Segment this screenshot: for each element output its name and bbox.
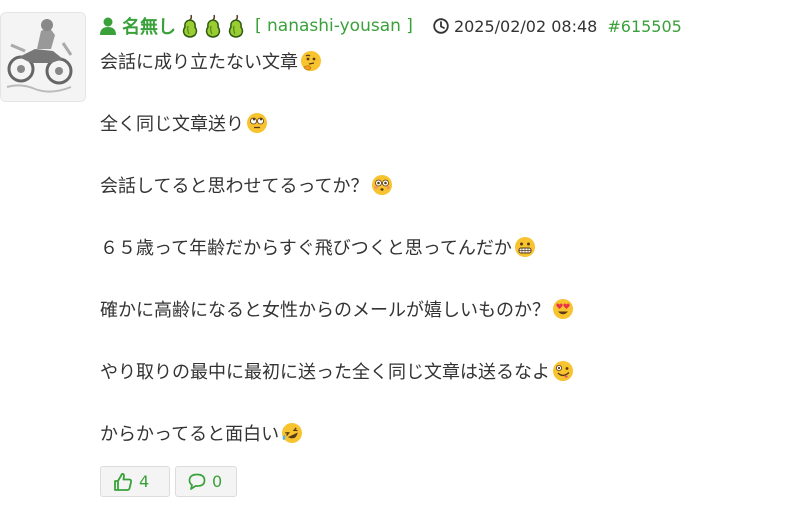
post-line-text: 会話に成り立たない文章 [100, 52, 298, 73]
motorcycle-rider-image [1, 13, 85, 101]
post-line: やり取りの最中に最初に送った全く同じ文章は送るなよ [100, 358, 574, 384]
pear-icon [228, 14, 244, 38]
post-line-text: ６５歳って年齢だからすぐ飛びつくと思ってんだか [100, 238, 512, 259]
grimacing-face-emoji [514, 237, 535, 257]
clock-icon [433, 18, 449, 34]
thinking-face-emoji [301, 51, 321, 71]
post-line-text: 会話してると思わせてるってか？ [100, 176, 369, 197]
rolling-eyes-emoji [247, 113, 267, 133]
post-line: ６５歳って年齢だからすぐ飛びつくと思ってんだか [100, 234, 574, 260]
post-line-text: 確かに高齢になると女性からのメールが嬉しいものか？ [100, 300, 550, 321]
user-icon [100, 17, 116, 35]
like-count: 4 [139, 472, 150, 491]
flushed-face-emoji [371, 175, 392, 195]
post-line-text: からかってると面白い [100, 424, 280, 445]
badge-list [180, 14, 249, 38]
thumbs-up-icon [114, 472, 132, 491]
avatar[interactable] [0, 12, 86, 102]
post-line: 全く同じ文章送り [100, 110, 574, 136]
rofl-emoji [282, 423, 303, 443]
reply-count: 0 [212, 472, 223, 491]
post-line: 会話してると思わせてるってか？ [100, 172, 574, 198]
post-header: 名無し [ nanashi-yousan ] 2025/02/02 08:48 … [100, 13, 682, 39]
post-line: 確かに高齢になると女性からのメールが嬉しいものか？ [100, 296, 574, 322]
like-button[interactable]: 4 [100, 466, 170, 497]
post-line-text: 全く同じ文章送り [100, 114, 244, 135]
post-timestamp: 2025/02/02 08:48 [453, 16, 598, 36]
post-line: 会話に成り立たない文章 [100, 48, 574, 74]
post-id-link[interactable]: #615505 [607, 17, 681, 36]
post-line-text: やり取りの最中に最初に送った全く同じ文章は送るなよ [100, 362, 550, 383]
post-body: 会話に成り立たない文章 全く同じ文章送り 会話してると思わせてるってか？ ６５歳… [100, 48, 574, 482]
username[interactable]: 名無し [122, 13, 176, 39]
heart-eyes-emoji [553, 299, 573, 319]
reply-button[interactable]: 0 [175, 466, 237, 497]
comment-icon [188, 473, 206, 490]
post-line: からかってると面白い [100, 420, 574, 446]
post-actions: 4 0 [100, 466, 237, 497]
pear-icon [182, 14, 198, 38]
zany-face-emoji [553, 361, 573, 381]
user-id[interactable]: [ nanashi-yousan ] [255, 16, 413, 36]
pear-icon [205, 14, 221, 38]
